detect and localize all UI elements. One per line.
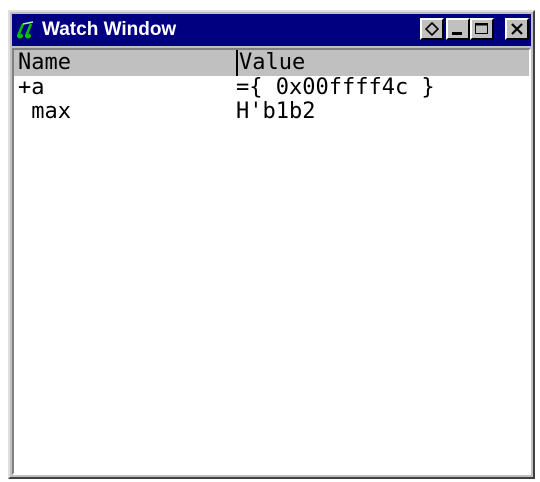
title-bar[interactable]: Watch Window <box>12 14 531 46</box>
table-row[interactable]: +a ={ 0x00ffff4c } <box>14 76 529 100</box>
row-value: H'b1b2 <box>236 99 316 124</box>
watch-list[interactable]: Name Value +a ={ 0x00ffff4c } max H'b1b2 <box>12 48 531 475</box>
column-header-name[interactable]: Name <box>18 50 71 76</box>
maximize-icon <box>475 23 488 34</box>
close-button[interactable] <box>505 18 529 40</box>
close-icon <box>511 23 523 35</box>
row-name: max <box>18 99 71 124</box>
table-row[interactable]: max H'b1b2 <box>14 100 529 124</box>
column-header-value[interactable]: Value <box>239 50 305 76</box>
minimize-button[interactable] <box>446 18 470 40</box>
column-header: Name Value <box>14 50 529 76</box>
row-name[interactable]: +a <box>18 76 45 100</box>
float-icon <box>424 21 440 37</box>
glasses-icon <box>16 20 38 40</box>
window-title: Watch Window <box>42 19 177 40</box>
minimize-icon <box>452 32 462 35</box>
row-value: ={ 0x00ffff4c } <box>236 75 435 100</box>
watch-window: Watch Window Name Value +a ={0x00ffff4c… <box>8 10 535 479</box>
float-button[interactable] <box>420 18 444 40</box>
maximize-button[interactable] <box>470 18 494 40</box>
column-divider[interactable] <box>236 50 238 76</box>
